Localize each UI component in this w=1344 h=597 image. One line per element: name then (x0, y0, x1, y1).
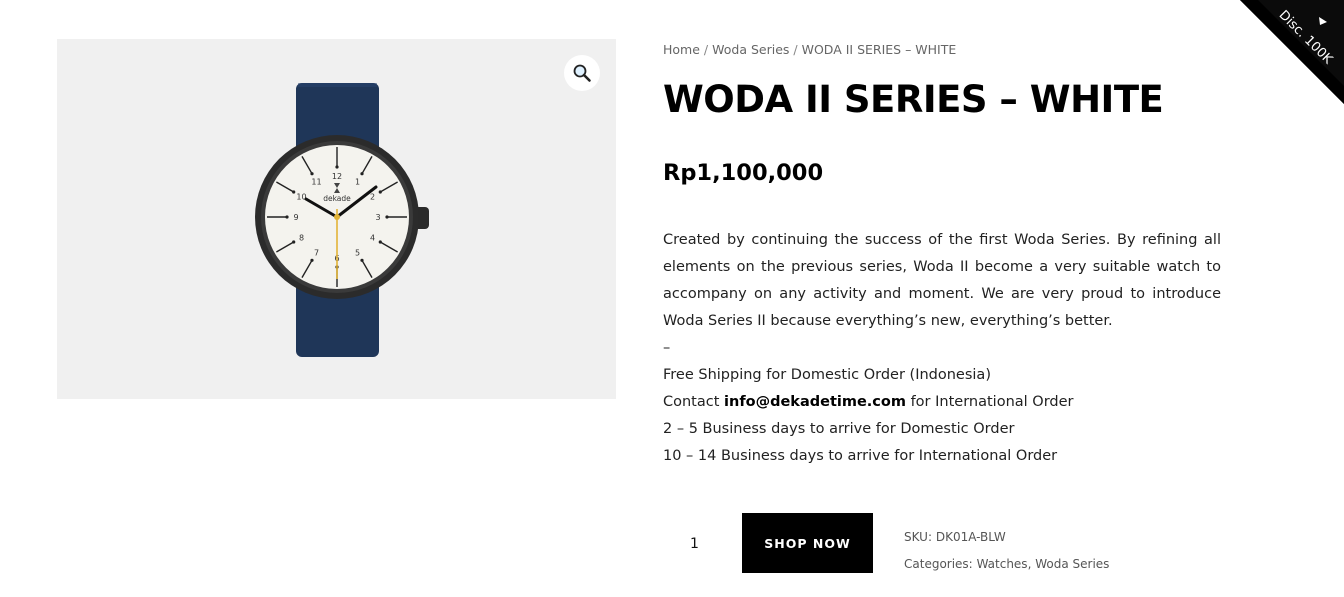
product-meta: SKU: DK01A-BLW Categories: Watches, Woda… (904, 524, 1109, 578)
product-price: Rp1,100,000 (663, 160, 824, 186)
categories-label: Categories: (904, 557, 973, 571)
domestic-delivery-info: 2 – 5 Business days to arrive for Domest… (663, 421, 1015, 437)
zoom-button[interactable] (564, 55, 600, 91)
contact-info: Contact info@dekadetime.com for Internat… (663, 389, 1221, 416)
description-paragraph: Created by continuing the success of the… (663, 232, 1221, 329)
breadcrumb-category[interactable]: Woda Series (712, 42, 789, 57)
watch-brand: dekade (323, 194, 351, 203)
sku-row: SKU: DK01A-BLW (904, 524, 1109, 551)
watch-numeral: 1 (355, 177, 360, 186)
international-delivery-info: 10 – 14 Business days to arrive for Inte… (663, 448, 1058, 464)
category-link-woda-series[interactable]: Woda Series (1035, 557, 1109, 571)
description-dash: – (663, 340, 671, 356)
product-description: Created by continuing the success of the… (663, 227, 1221, 470)
watch-numeral: 8 (299, 234, 304, 243)
watch-numeral: 9 (293, 213, 298, 222)
watch-numeral: 2 (370, 193, 375, 202)
contact-email[interactable]: info@dekadetime.com (724, 394, 906, 410)
watch-numeral: 3 (375, 213, 380, 222)
shipping-info: Free Shipping for Domestic Order (Indone… (663, 367, 991, 383)
product-title: WODA II SERIES – WHITE (663, 78, 1164, 121)
contact-prefix: Contact (663, 394, 720, 410)
quantity-input[interactable] (663, 513, 741, 575)
watch-numeral: 12 (332, 172, 342, 181)
category-separator: , (1027, 557, 1032, 571)
product-page: 121234567891011 dekade Home / Woda Serie… (0, 0, 1344, 597)
product-image[interactable]: 121234567891011 dekade (57, 39, 616, 399)
contact-suffix: for International Order (910, 394, 1074, 410)
magnifier-icon (573, 64, 591, 82)
breadcrumb-home[interactable]: Home (663, 42, 700, 57)
watch-numeral: 5 (355, 249, 360, 258)
breadcrumb: Home / Woda Series / WODA II SERIES – WH… (663, 42, 956, 57)
watch-numeral: 11 (311, 177, 321, 186)
categories-row: Categories: Watches, Woda Series (904, 551, 1109, 578)
sku-value: DK01A-BLW (935, 530, 1006, 544)
category-link-watches[interactable]: Watches (977, 557, 1028, 571)
shop-now-button[interactable]: SHOP NOW (742, 513, 873, 573)
breadcrumb-separator: / (703, 42, 709, 57)
discount-ribbon[interactable]: Disc. 100K (1240, 0, 1344, 104)
watch-numeral: 4 (370, 234, 375, 243)
sku-label: SKU: (904, 530, 932, 544)
product-gallery: 121234567891011 dekade (57, 39, 616, 399)
breadcrumb-separator: / (793, 42, 798, 57)
breadcrumb-current: WODA II SERIES – WHITE (801, 42, 957, 57)
watch-numeral: 7 (314, 249, 319, 258)
